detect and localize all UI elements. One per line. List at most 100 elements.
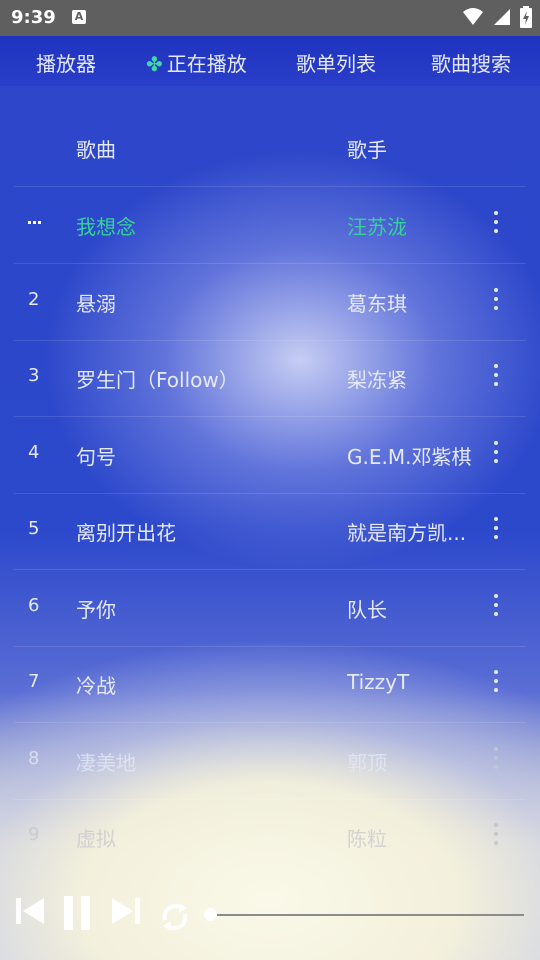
more-options-icon[interactable] (490, 747, 502, 777)
song-row[interactable]: 我想念 汪苏泷 (14, 187, 526, 264)
status-bar: 9:39 A (0, 0, 540, 36)
track-number: 9 (28, 824, 40, 845)
column-header-artist: 歌手 (347, 138, 387, 162)
next-icon[interactable] (110, 894, 142, 928)
song-title: 予你 (76, 598, 116, 622)
status-icons (462, 6, 532, 28)
table-header: 歌曲 歌手 (14, 108, 526, 187)
top-tab-bar: 播放器 ✤ 正在播放 歌单列表 歌曲搜索 (0, 36, 540, 86)
seek-bar[interactable] (212, 914, 524, 916)
song-title: 离别开出花 (76, 521, 176, 545)
song-artist: 就是南方凯... (347, 521, 467, 545)
more-dot (494, 603, 498, 607)
more-options-icon[interactable] (490, 823, 502, 853)
song-title: 罗生门（Follow） (76, 368, 239, 392)
tab-song-search[interactable]: 歌曲搜索 (431, 48, 511, 77)
track-number: 2 (28, 289, 40, 310)
song-artist: 梨冻紧 (347, 368, 407, 392)
track-number: 3 (28, 365, 40, 386)
tab-label: 正在播放 (166, 52, 247, 76)
more-options-icon[interactable] (490, 670, 502, 700)
song-row[interactable]: 8 凄美地 郭顶 (14, 723, 526, 800)
more-dot (494, 441, 498, 445)
more-dot (494, 594, 498, 598)
song-row[interactable]: 3 罗生门（Follow） 梨冻紧 (14, 340, 526, 417)
more-dot (494, 756, 498, 760)
previous-icon[interactable] (14, 894, 46, 928)
more-dot (494, 823, 498, 827)
more-dot (494, 220, 498, 224)
more-options-icon[interactable] (490, 517, 502, 547)
repeat-icon[interactable] (158, 900, 192, 934)
track-number: 5 (28, 518, 40, 539)
more-dot (494, 747, 498, 751)
more-dot (494, 679, 498, 683)
more-dot (494, 535, 498, 539)
indicator-dot (33, 221, 36, 224)
indicator-dot (28, 221, 31, 224)
tab-now-playing[interactable]: ✤ 正在播放 (146, 48, 247, 77)
more-dot (494, 288, 498, 292)
more-options-icon[interactable] (490, 364, 502, 394)
song-title: 悬溺 (76, 292, 116, 316)
more-dot (494, 382, 498, 386)
song-row[interactable]: 5 离别开出花 就是南方凯... (14, 493, 526, 570)
more-dot (494, 459, 498, 463)
more-dot (494, 526, 498, 530)
tab-player[interactable]: 播放器 (36, 48, 96, 77)
song-row[interactable]: 7 冷战 TizzyT (14, 646, 526, 723)
song-row[interactable]: 2 悬溺 葛东琪 (14, 264, 526, 341)
pause-icon[interactable] (62, 894, 92, 932)
tab-label: 歌曲搜索 (431, 52, 511, 76)
more-options-icon[interactable] (490, 211, 502, 241)
more-options-icon[interactable] (490, 288, 502, 318)
song-artist: G.E.M.邓紫棋 (347, 445, 472, 469)
more-dot (494, 373, 498, 377)
track-number: 6 (28, 595, 40, 616)
more-dot (494, 612, 498, 616)
battery-icon (520, 6, 532, 28)
more-dot (494, 364, 498, 368)
more-options-icon[interactable] (490, 441, 502, 471)
tab-label: 歌单列表 (296, 52, 376, 76)
more-dot (494, 670, 498, 674)
more-options-icon[interactable] (490, 594, 502, 624)
more-dot (494, 765, 498, 769)
song-artist: 汪苏泷 (347, 215, 407, 239)
song-artist: TizzyT (347, 670, 410, 694)
more-dot (494, 297, 498, 301)
song-artist: 队长 (347, 598, 387, 622)
wifi-icon (463, 8, 483, 25)
notification-icon: A (72, 10, 86, 24)
tab-label: 播放器 (36, 52, 96, 76)
more-dot (494, 841, 498, 845)
track-number: 8 (28, 748, 40, 769)
signal-icon (494, 9, 510, 25)
indicator-dot (38, 221, 41, 224)
song-title: 我想念 (76, 215, 136, 239)
song-artist: 葛东琪 (347, 292, 407, 316)
more-dot (494, 517, 498, 521)
clover-icon: ✤ (146, 52, 163, 76)
song-row[interactable]: 6 予你 队长 (14, 570, 526, 647)
song-row[interactable]: 9 虚拟 陈粒 (14, 799, 526, 875)
song-title: 句号 (76, 445, 116, 469)
column-header-song: 歌曲 (76, 138, 116, 162)
more-dot (494, 688, 498, 692)
more-dot (494, 229, 498, 233)
player-controls (0, 890, 540, 942)
seek-handle[interactable] (204, 908, 217, 921)
more-dot (494, 211, 498, 215)
song-title: 冷战 (76, 674, 116, 698)
now-playing-indicator (28, 221, 41, 224)
more-dot (494, 450, 498, 454)
song-title: 凄美地 (76, 751, 136, 775)
song-row[interactable]: 4 句号 G.E.M.邓紫棋 (14, 417, 526, 494)
more-dot (494, 832, 498, 836)
song-artist: 陈粒 (347, 827, 387, 851)
tab-playlist[interactable]: 歌单列表 (296, 48, 376, 77)
track-number: 4 (28, 442, 40, 463)
song-artist: 郭顶 (347, 751, 387, 775)
more-dot (494, 306, 498, 310)
track-number: 7 (28, 671, 40, 692)
